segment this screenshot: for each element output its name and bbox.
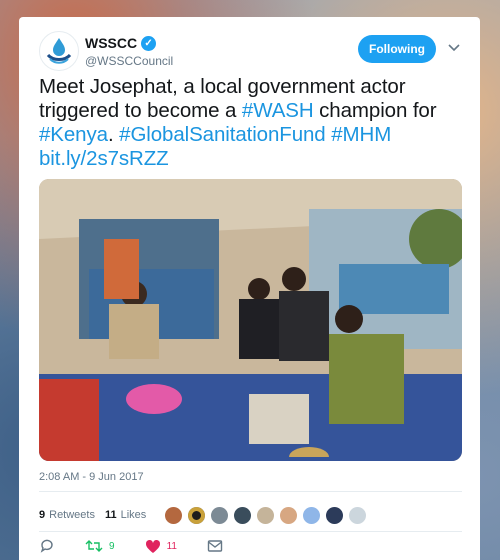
liker-avatar[interactable] bbox=[256, 505, 276, 525]
reply-icon bbox=[40, 539, 53, 553]
retweets-label: Retweets bbox=[49, 509, 95, 521]
tweet-photo[interactable] bbox=[39, 179, 462, 461]
likes-count: 11 bbox=[104, 509, 117, 521]
tweet-text: Meet Josephat, a local government actor … bbox=[39, 75, 462, 171]
verified-badge-icon: ✓ bbox=[141, 35, 157, 51]
tweet-link[interactable]: bit.ly/2s7sRZZ bbox=[39, 147, 169, 170]
tweet-text-segment: champion for bbox=[313, 99, 437, 122]
account-handle[interactable]: @WSSCCouncil bbox=[85, 54, 173, 68]
direct-message-button[interactable] bbox=[207, 539, 223, 553]
like-count: 11 bbox=[166, 540, 177, 552]
photo-scene bbox=[39, 179, 462, 461]
account-name-line[interactable]: WSSCC ✓ bbox=[85, 35, 157, 51]
liker-avatar[interactable] bbox=[325, 505, 345, 525]
liker-avatar[interactable] bbox=[164, 505, 184, 525]
divider bbox=[39, 491, 462, 492]
divider bbox=[39, 531, 462, 532]
retweet-count: 9 bbox=[109, 540, 115, 552]
tweet-timestamp[interactable]: 2:08 AM - 9 Jun 2017 bbox=[39, 471, 144, 483]
liker-avatar[interactable] bbox=[233, 505, 253, 525]
likers-avatars bbox=[164, 505, 368, 525]
tweet-text-segment: . bbox=[107, 123, 120, 146]
hashtag-kenya[interactable]: #Kenya bbox=[39, 123, 108, 146]
liker-avatar[interactable] bbox=[210, 505, 230, 525]
liker-avatar[interactable] bbox=[279, 505, 299, 525]
hashtag-globalsanitationfund[interactable]: #GlobalSanitationFund bbox=[119, 123, 326, 146]
liker-avatar[interactable] bbox=[187, 505, 207, 525]
tweet-card: WSSCC ✓ @WSSCCouncil Following Meet Jose… bbox=[19, 17, 480, 560]
retweet-icon bbox=[85, 540, 103, 552]
chevron-down-icon[interactable] bbox=[446, 39, 462, 55]
heart-icon bbox=[145, 539, 160, 553]
like-button[interactable]: 11 bbox=[145, 539, 177, 554]
avatar[interactable] bbox=[39, 31, 79, 71]
wsscc-logo-icon bbox=[46, 38, 72, 64]
retweet-button[interactable]: 9 bbox=[85, 538, 115, 554]
likes-label: Likes bbox=[120, 509, 147, 521]
retweets-stat[interactable]: 9 Retweets bbox=[39, 509, 95, 521]
liker-avatar[interactable] bbox=[302, 505, 322, 525]
reply-button[interactable] bbox=[39, 538, 55, 554]
envelope-icon bbox=[207, 540, 223, 552]
account-name[interactable]: WSSCC bbox=[85, 35, 137, 51]
following-button[interactable]: Following bbox=[358, 35, 436, 63]
likes-stat[interactable]: 11 Likes bbox=[105, 509, 146, 521]
tweet-header: WSSCC ✓ @WSSCCouncil Following bbox=[39, 31, 462, 79]
retweets-count: 9 bbox=[39, 509, 46, 521]
engagement-stats: 9 Retweets 11 Likes bbox=[39, 500, 368, 530]
liker-avatar[interactable] bbox=[348, 505, 368, 525]
tweet-actions: 9 11 bbox=[39, 537, 253, 555]
hashtag-mhm[interactable]: #MHM bbox=[331, 123, 391, 146]
hashtag-wash[interactable]: #WASH bbox=[242, 99, 314, 122]
